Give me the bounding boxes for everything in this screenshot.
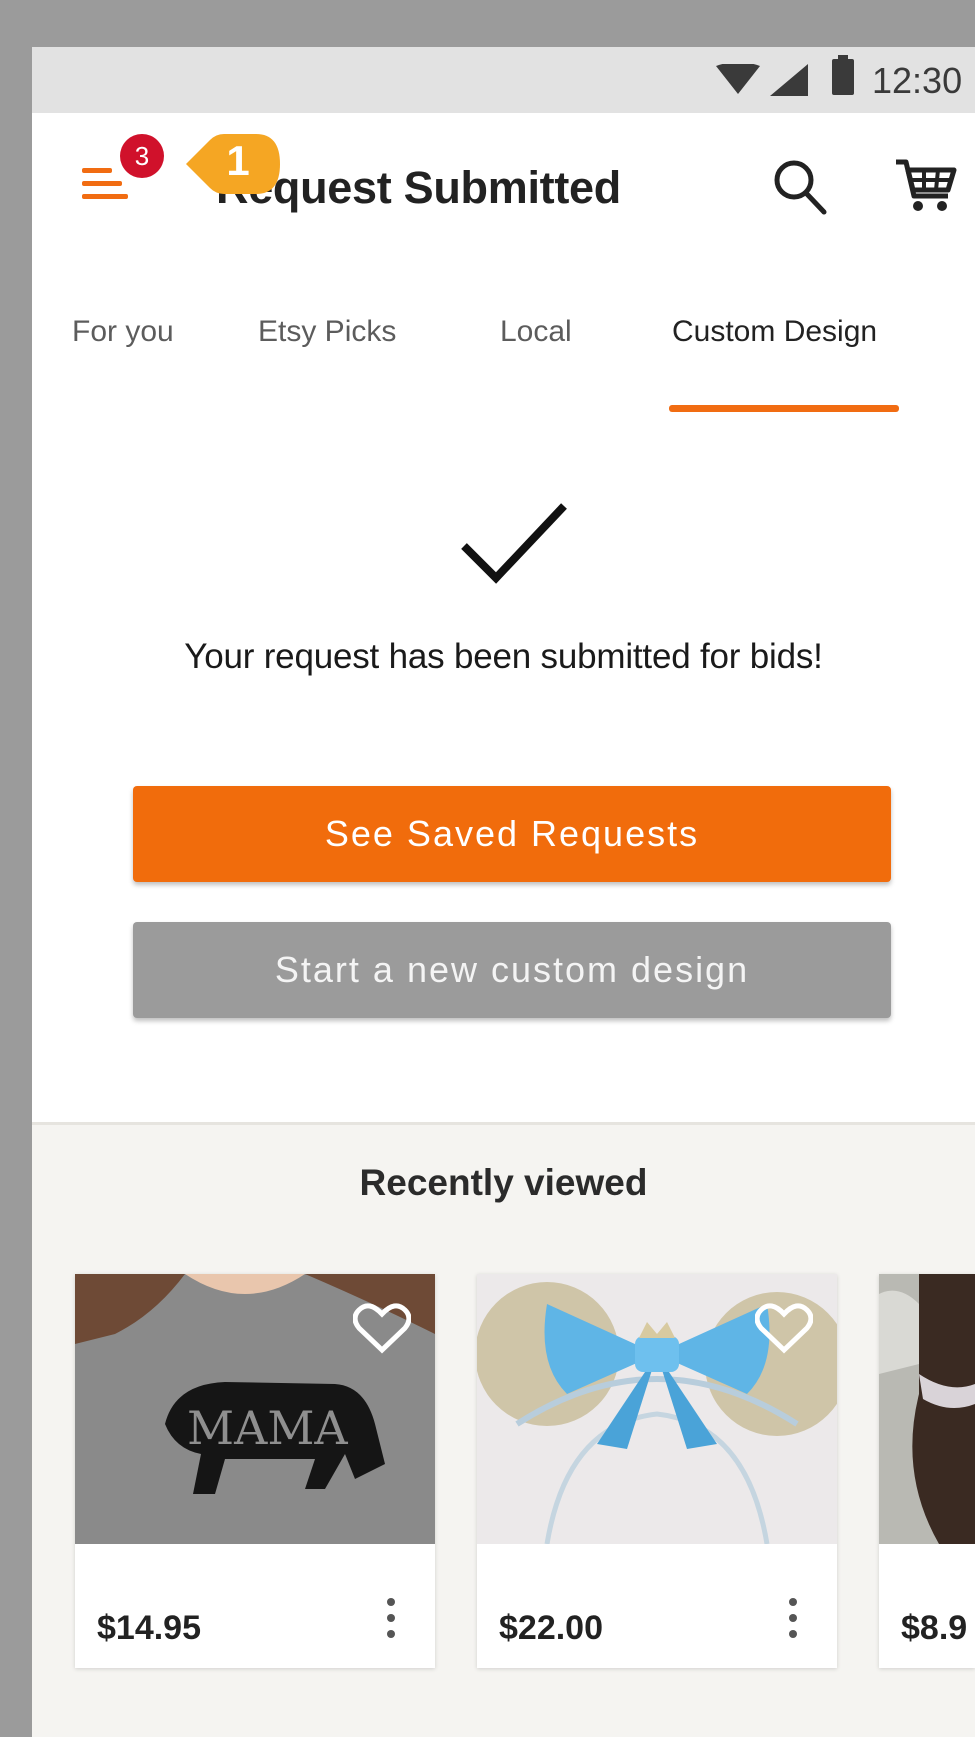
start-new-custom-design-button[interactable]: Start a new custom design: [133, 922, 891, 1018]
status-time: 12:30: [872, 60, 963, 101]
product-image-headband-photo: [879, 1274, 975, 1544]
product-card[interactable]: $8.9: [879, 1274, 975, 1668]
tab-custom-design[interactable]: Custom Design: [672, 315, 877, 349]
tab-for-you[interactable]: For you: [72, 315, 174, 349]
product-price: $22.00: [499, 1609, 603, 1647]
product-card[interactable]: $22.00: [477, 1274, 837, 1668]
product-price: $14.95: [97, 1609, 201, 1647]
signal-icon: [770, 64, 808, 96]
tab-local[interactable]: Local: [500, 315, 572, 349]
battery-icon: [832, 55, 854, 95]
wifi-icon: [716, 64, 760, 94]
coachmark-number: 1: [226, 137, 250, 184]
see-saved-requests-button[interactable]: See Saved Requests: [133, 786, 891, 882]
cart-icon[interactable]: [894, 156, 958, 216]
notification-badge: 3: [120, 134, 164, 178]
recently-viewed-title: Recently viewed: [359, 1162, 648, 1203]
favorite-heart-icon[interactable]: [755, 1302, 813, 1354]
more-options-icon[interactable]: [785, 1596, 801, 1640]
svg-text:MAMA: MAMA: [187, 1401, 348, 1455]
product-card[interactable]: MAMA $14.95: [75, 1274, 435, 1668]
tab-active-indicator: [669, 405, 899, 412]
search-icon[interactable]: [772, 158, 828, 216]
status-bar: 12:30: [32, 47, 975, 113]
checkmark-icon: [461, 503, 567, 584]
product-price: $8.9: [901, 1609, 968, 1647]
tab-etsy-picks[interactable]: Etsy Picks: [258, 315, 396, 349]
more-options-icon[interactable]: [383, 1596, 399, 1640]
favorite-heart-icon[interactable]: [353, 1302, 411, 1354]
confirmation-message: Your request has been submitted for bids…: [184, 637, 823, 676]
